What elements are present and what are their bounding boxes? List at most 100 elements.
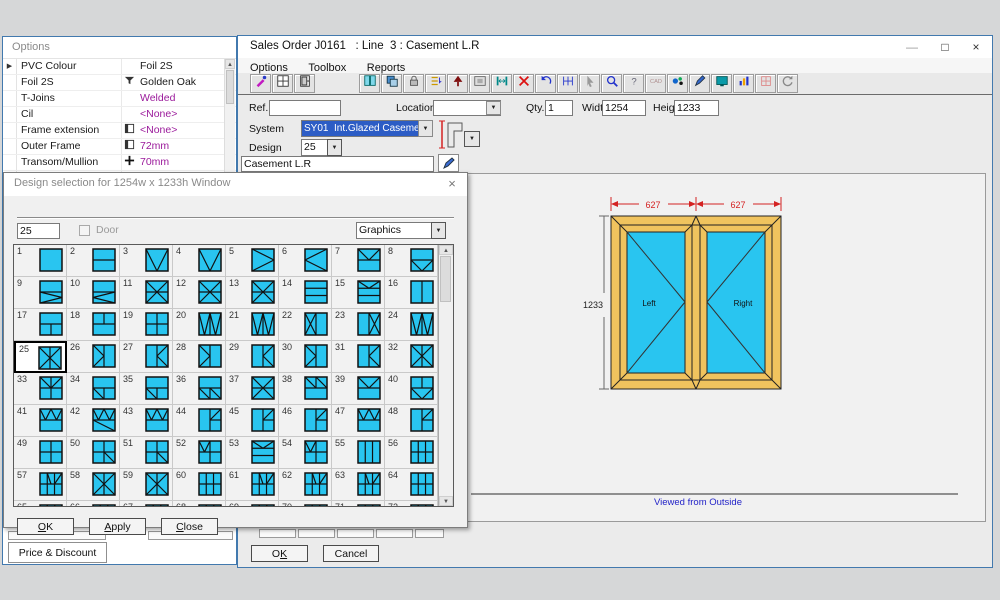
design-cell-25[interactable]: 25 xyxy=(14,341,67,373)
scroll-up-icon[interactable]: ▲ xyxy=(225,59,235,69)
option-value[interactable]: <None> xyxy=(137,123,236,138)
width-input[interactable] xyxy=(602,100,646,116)
design-cell-43[interactable]: 43 xyxy=(120,405,173,437)
design-grid-scrollbar[interactable]: ▲ ▼ xyxy=(438,245,453,506)
edit-description-button[interactable] xyxy=(438,154,459,172)
colors-button[interactable] xyxy=(667,74,688,93)
design-cell-32[interactable]: 32 xyxy=(385,341,438,373)
cancel-button[interactable]: Cancel xyxy=(323,545,379,562)
option-value[interactable]: 72mm xyxy=(137,139,236,154)
design-combo[interactable]: 25 xyxy=(301,139,328,156)
option-row[interactable]: Foil 2SGolden Oak xyxy=(3,75,236,91)
design-cell-46[interactable]: 46 xyxy=(279,405,332,437)
ref-input[interactable] xyxy=(269,100,341,116)
design-cell-35[interactable]: 35 xyxy=(120,373,173,405)
design-cell-17[interactable]: 17 xyxy=(14,309,67,341)
grid-button[interactable] xyxy=(272,74,293,93)
profile-dropdown-icon[interactable]: ▼ xyxy=(464,131,480,147)
design-dropdown-icon[interactable]: ▼ xyxy=(327,139,342,156)
dialog-close-button[interactable]: Close xyxy=(161,518,218,535)
dialog-titlebar[interactable]: Design selection for 1254w x 1233h Windo… xyxy=(4,173,467,196)
design-cell-45[interactable]: 45 xyxy=(226,405,279,437)
scrollbar-thumb[interactable] xyxy=(440,256,451,302)
design-cell-2[interactable]: 2 xyxy=(67,245,120,277)
option-row[interactable]: T-JoinsWelded xyxy=(3,91,236,107)
scroll-down-icon[interactable]: ▼ xyxy=(439,496,453,506)
option-value[interactable]: Foil 2S xyxy=(137,59,236,74)
design-cell-14[interactable]: 14 xyxy=(279,277,332,309)
design-cell-29[interactable]: 29 xyxy=(226,341,279,373)
titlebar[interactable]: Sales Order J0161 : Line 3 : Casement L.… xyxy=(238,36,992,58)
design-cell-55[interactable]: 55 xyxy=(332,437,385,469)
dimension-button[interactable] xyxy=(557,74,578,93)
design-cell-33[interactable]: 33 xyxy=(14,373,67,405)
design-cell-48[interactable]: 48 xyxy=(385,405,438,437)
undo-button[interactable] xyxy=(535,74,556,93)
pen-button[interactable] xyxy=(689,74,710,93)
system-combo[interactable]: SY01 Int.Glazed Casement xyxy=(301,120,419,137)
design-cell-68[interactable]: 68 xyxy=(173,501,226,506)
design-cell-70[interactable]: 70 xyxy=(279,501,332,506)
design-cell-6[interactable]: 6 xyxy=(279,245,332,277)
design-cell-61[interactable]: 61 xyxy=(226,469,279,501)
design-cell-67[interactable]: 67 xyxy=(120,501,173,506)
design-cell-30[interactable]: 30 xyxy=(279,341,332,373)
design-cell-57[interactable]: 57 xyxy=(14,469,67,501)
design-cell-72[interactable]: 72 xyxy=(385,501,438,506)
design-code-input[interactable] xyxy=(17,223,60,239)
view-mode-combo[interactable]: Graphics xyxy=(356,222,432,239)
option-row[interactable]: Outer Frame72mm xyxy=(3,139,236,155)
design-cell-3[interactable]: 3 xyxy=(120,245,173,277)
grid-red-button[interactable] xyxy=(755,74,776,93)
design-cell-16[interactable]: 16 xyxy=(385,277,438,309)
ok-button[interactable]: OK xyxy=(251,545,308,562)
design-cell-41[interactable]: 41 xyxy=(14,405,67,437)
design-cell-39[interactable]: 39 xyxy=(332,373,385,405)
design-cell-52[interactable]: 52 xyxy=(173,437,226,469)
door-button[interactable] xyxy=(294,74,315,93)
design-cell-4[interactable]: 4 xyxy=(173,245,226,277)
design-cell-12[interactable]: 12 xyxy=(173,277,226,309)
design-cell-40[interactable]: 40 xyxy=(385,373,438,405)
door-checkbox[interactable] xyxy=(79,225,90,236)
option-row[interactable]: Cil<None> xyxy=(3,107,236,123)
design-cell-13[interactable]: 13 xyxy=(226,277,279,309)
scrollbar-thumb[interactable] xyxy=(226,70,234,104)
design-cell-26[interactable]: 26 xyxy=(67,341,120,373)
option-value[interactable]: 70mm xyxy=(137,155,236,170)
design-cell-10[interactable]: 10 xyxy=(67,277,120,309)
design-cell-47[interactable]: 47 xyxy=(332,405,385,437)
design-cell-58[interactable]: 58 xyxy=(67,469,120,501)
zoom-button[interactable] xyxy=(601,74,622,93)
dialog-close-icon[interactable]: × xyxy=(443,175,461,193)
design-cell-19[interactable]: 19 xyxy=(120,309,173,341)
design-cell-15[interactable]: 15 xyxy=(332,277,385,309)
design-cell-23[interactable]: 23 xyxy=(332,309,385,341)
delete-button[interactable] xyxy=(513,74,534,93)
option-value[interactable]: Golden Oak xyxy=(137,75,236,90)
lock-button[interactable] xyxy=(403,74,424,93)
spacing-button[interactable] xyxy=(491,74,512,93)
design-cell-44[interactable]: 44 xyxy=(173,405,226,437)
chart-button[interactable] xyxy=(733,74,754,93)
qty-input[interactable] xyxy=(545,100,573,116)
design-cell-51[interactable]: 51 xyxy=(120,437,173,469)
query-button[interactable]: ? xyxy=(623,74,644,93)
design-cell-24[interactable]: 24 xyxy=(385,309,438,341)
design-cell-1[interactable]: 1 xyxy=(14,245,67,277)
dialog-ok-button[interactable]: OK xyxy=(17,518,74,535)
design-cell-63[interactable]: 63 xyxy=(332,469,385,501)
design-cell-22[interactable]: 22 xyxy=(279,309,332,341)
design-cell-54[interactable]: 54 xyxy=(279,437,332,469)
design-cell-71[interactable]: 71 xyxy=(332,501,385,506)
design-cell-66[interactable]: 66 xyxy=(67,501,120,506)
design-cell-53[interactable]: 53 xyxy=(226,437,279,469)
design-cell-60[interactable]: 60 xyxy=(173,469,226,501)
design-cell-38[interactable]: 38 xyxy=(279,373,332,405)
location-dropdown-icon[interactable]: ▼ xyxy=(486,101,501,115)
close-button[interactable]: × xyxy=(962,36,990,58)
list-button[interactable] xyxy=(425,74,446,93)
description-input[interactable] xyxy=(241,156,434,172)
option-row[interactable]: Frame extension<None> xyxy=(3,123,236,139)
system-dropdown-icon[interactable]: ▼ xyxy=(418,120,433,137)
